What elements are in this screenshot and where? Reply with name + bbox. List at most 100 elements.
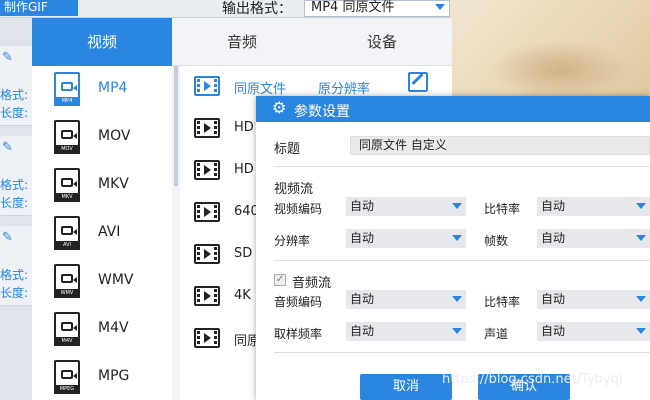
- output-format-select[interactable]: MP4 同原文件: [304, 0, 450, 17]
- bitrate-value: 自动: [541, 199, 566, 213]
- cancel-button[interactable]: 取消: [360, 374, 452, 400]
- tab-device[interactable]: 设备: [312, 18, 452, 66]
- audio-bitrate-select[interactable]: 自动: [537, 290, 650, 309]
- resolution-select[interactable]: 自动: [346, 229, 466, 248]
- video-codec-select[interactable]: 自动: [346, 197, 466, 216]
- format-item-mkv[interactable]: MKV MKV: [32, 162, 172, 210]
- chevron-down-icon: [636, 203, 646, 209]
- resolution-value: 原分辨率: [318, 82, 371, 97]
- chevron-down-icon: [435, 4, 445, 10]
- framerate-value: 自动: [541, 231, 566, 245]
- audio-codec-label: 音频编码: [274, 295, 323, 309]
- format-item-wmv[interactable]: WMV WMV: [32, 258, 172, 306]
- film-icon: [194, 160, 220, 180]
- make-gif-button[interactable]: 制作GIF: [0, 0, 78, 16]
- edit-pen-icon[interactable]: ✎: [2, 230, 13, 245]
- format-label: MPG: [98, 368, 130, 384]
- watermark: https://blog.csdn.net/Tybyqi: [442, 372, 623, 387]
- task-format-label: 格式:: [0, 268, 29, 282]
- samplerate-value: 自动: [350, 324, 375, 338]
- video-codec-label: 视频编码: [274, 202, 323, 216]
- title-input[interactable]: 同原文件 自定义: [350, 136, 650, 155]
- task-length-label: 长度:: [0, 196, 29, 210]
- chevron-down-icon: [452, 296, 462, 302]
- scrollbar-thumb[interactable]: [174, 66, 178, 186]
- film-icon: [194, 202, 220, 222]
- framerate-label: 帧数: [484, 234, 509, 248]
- top-bar: 制作GIF 输出格式： MP4 同原文件: [0, 0, 450, 18]
- format-item-mpg[interactable]: MPEG MPG: [32, 354, 172, 400]
- video-codec-value: 自动: [350, 199, 375, 213]
- film-icon: [194, 76, 220, 96]
- chevron-down-icon: [636, 296, 646, 302]
- resolution-name: HD: [234, 120, 254, 135]
- bitrate-label: 比特率: [484, 202, 521, 216]
- bitrate-select[interactable]: 自动: [537, 197, 650, 216]
- divider: [274, 352, 650, 353]
- format-label: M4V: [98, 320, 129, 336]
- chevron-down-icon: [636, 328, 646, 334]
- video-file-icon: MOV: [54, 120, 80, 154]
- film-icon: [194, 244, 220, 264]
- chevron-down-icon: [452, 235, 462, 241]
- task-format-label: 格式:: [0, 88, 29, 102]
- video-file-icon: MKV: [54, 168, 80, 202]
- divider: [274, 166, 650, 167]
- samplerate-select[interactable]: 自动: [346, 322, 466, 341]
- parameter-settings-dialog: ⚙ 参数设置 标题 同原文件 自定义 视频流 视频编码 自动 比特率 自动 分辨…: [256, 96, 650, 400]
- channel-select[interactable]: 自动: [537, 322, 650, 341]
- audio-codec-select[interactable]: 自动: [346, 290, 466, 309]
- film-icon: [194, 328, 220, 348]
- video-section-label: 视频流: [274, 182, 314, 197]
- gear-icon: ⚙: [272, 98, 287, 117]
- video-file-icon: WMV: [54, 264, 80, 298]
- resolution-name: HD: [234, 162, 254, 177]
- task-list: ✎ 格式: 长度: ✎ 格式: 长度: ✎ 格式: 长度:: [0, 18, 32, 400]
- edit-icon[interactable]: [408, 72, 428, 92]
- format-item-avi[interactable]: AVI AVI: [32, 210, 172, 258]
- resolution-select-value: 自动: [350, 231, 375, 245]
- audio-bitrate-value: 自动: [541, 292, 566, 306]
- video-file-icon: MPEG: [54, 360, 80, 394]
- video-file-icon: MP4: [54, 72, 80, 106]
- task-format-label: 格式:: [0, 178, 29, 192]
- channel-value: 自动: [541, 324, 566, 338]
- task-item[interactable]: ✎ 格式: 长度:: [0, 46, 32, 126]
- format-list-scrollbar[interactable]: [172, 66, 180, 400]
- audio-stream-checkbox[interactable]: ✓: [274, 274, 286, 286]
- format-label: AVI: [98, 224, 121, 240]
- divider: [274, 260, 650, 261]
- resolution-label: 分辨率: [274, 234, 311, 248]
- format-item-mp4[interactable]: MP4 MP4: [32, 66, 172, 114]
- video-file-icon: AVI: [54, 216, 80, 250]
- framerate-select[interactable]: 自动: [537, 229, 650, 248]
- title-label: 标题: [274, 142, 301, 157]
- output-format-value: MP4 同原文件: [311, 0, 395, 15]
- edit-pen-icon[interactable]: ✎: [2, 50, 13, 65]
- format-label: MKV: [98, 176, 129, 192]
- resolution-name: 同原文件: [234, 82, 287, 97]
- tab-video[interactable]: 视频: [32, 18, 172, 66]
- category-tabs: 视频 音频 设备: [32, 18, 452, 66]
- task-length-label: 长度:: [0, 286, 29, 300]
- format-label: MOV: [98, 128, 131, 144]
- chevron-down-icon: [452, 203, 462, 209]
- task-item[interactable]: ✎ 格式: 长度:: [0, 136, 32, 216]
- task-length-label: 长度:: [0, 106, 29, 120]
- edit-pen-icon[interactable]: ✎: [2, 140, 13, 155]
- format-label: WMV: [98, 272, 134, 288]
- audio-bitrate-label: 比特率: [484, 295, 521, 309]
- channel-label: 声道: [484, 327, 509, 341]
- film-icon: [194, 286, 220, 306]
- format-list: MP4 MP4 MOV MOV MKV MKV AVI AVI WMV WMV …: [32, 66, 172, 400]
- format-item-mov[interactable]: MOV MOV: [32, 114, 172, 162]
- format-label: MP4: [98, 80, 128, 96]
- chevron-down-icon: [452, 328, 462, 334]
- audio-codec-value: 自动: [350, 292, 375, 306]
- format-item-m4v[interactable]: M4V M4V: [32, 306, 172, 354]
- chevron-down-icon: [636, 235, 646, 241]
- task-item[interactable]: ✎ 格式: 长度:: [0, 226, 32, 306]
- dialog-title: 参数设置: [294, 104, 350, 120]
- tab-audio[interactable]: 音频: [172, 18, 312, 66]
- output-format-label: 输出格式：: [222, 1, 292, 17]
